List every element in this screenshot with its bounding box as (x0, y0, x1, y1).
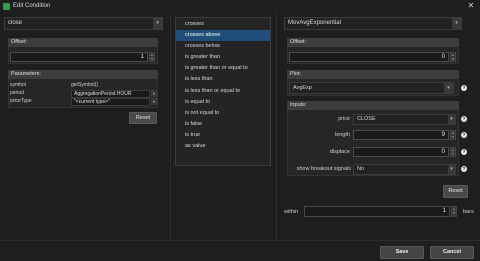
price-help-icon[interactable]: ? (461, 116, 467, 122)
close-icon[interactable]: ✕ (466, 1, 476, 11)
right-study-select-value: MovAvgExponential (288, 20, 341, 26)
operator-list-item[interactable]: crosses (176, 19, 270, 30)
plot-help-icon[interactable]: ? (461, 85, 467, 91)
breakout-help-icon[interactable]: ? (461, 166, 467, 172)
window-title: Edit Condition (13, 3, 51, 9)
chevron-down-icon: ▾ (448, 115, 455, 124)
displace-label: displace (329, 149, 350, 155)
chevron-down-icon: ▾ (153, 18, 162, 29)
right-offset-input[interactable]: 0 (289, 52, 449, 62)
cancel-button[interactable]: Cancel (430, 246, 474, 259)
operator-list-item[interactable]: is equal to (176, 97, 270, 108)
chevron-down-icon: ▾ (444, 83, 453, 93)
title-bar (0, 0, 480, 13)
breakout-select[interactable]: No ▾ (353, 164, 456, 175)
spin-down-icon: ▼ (452, 211, 456, 215)
left-reset-button[interactable]: Reset (129, 112, 157, 124)
param-value-pricetype[interactable]: "<current type>" (71, 98, 150, 106)
operator-list-item[interactable]: as value (176, 141, 270, 152)
plot-select-value: AvgExp (293, 85, 312, 91)
app-icon (3, 3, 10, 10)
footer-divider (0, 240, 480, 241)
length-label: length (335, 132, 350, 138)
right-offset-stepper[interactable]: ▲ ▼ (450, 52, 456, 62)
chevron-down-icon[interactable]: ▾ (151, 98, 157, 105)
breakout-label: show breakout signals (296, 166, 351, 172)
spin-down-icon: ▼ (451, 57, 455, 61)
left-offset-label: Offset: (8, 38, 158, 47)
operator-list-item[interactable]: is greater than (176, 52, 270, 63)
price-select-value: CLOSE (357, 116, 376, 122)
plot-select[interactable]: AvgExp ▾ (289, 82, 454, 94)
operator-list: crosses crosses above crosses below is grea… (175, 17, 271, 166)
save-button[interactable]: Save (380, 246, 424, 259)
chevron-down-icon[interactable]: ▾ (151, 90, 157, 97)
right-study-select[interactable]: MovAvgExponential ▾ (284, 17, 462, 30)
plot-label: Plot: (287, 70, 459, 79)
chevron-down-icon: ▾ (448, 165, 455, 174)
left-column-divider (170, 13, 171, 241)
param-name-period: period (10, 90, 24, 96)
displace-stepper[interactable]: ▲ ▼ (450, 147, 456, 157)
length-input[interactable]: 9 (353, 130, 449, 140)
breakout-select-value: No (357, 166, 365, 172)
operator-list-item[interactable]: crosses above (176, 30, 270, 42)
spin-down-icon: ▼ (451, 135, 455, 139)
left-study-select[interactable]: close ▾ (4, 17, 163, 30)
operator-list-item[interactable]: is not equal to (176, 108, 270, 119)
left-study-select-value: close (8, 20, 23, 26)
right-column-divider (276, 13, 277, 241)
price-select[interactable]: CLOSE ▾ (353, 114, 456, 125)
left-offset-stepper[interactable]: ▲ ▼ (149, 52, 155, 62)
within-input[interactable]: 1 (304, 206, 450, 217)
chevron-down-icon: ▾ (452, 18, 461, 29)
operator-list-item[interactable]: is less than or equal to (176, 86, 270, 97)
within-label: within (284, 209, 299, 215)
within-stepper[interactable]: ▲ ▼ (451, 206, 457, 217)
spin-down-icon: ▼ (451, 152, 455, 156)
operator-list-item[interactable]: is less than (176, 74, 270, 85)
spin-down-icon: ▼ (150, 57, 154, 61)
within-unit: bars (463, 209, 474, 215)
operator-list-item[interactable]: is false (176, 119, 270, 130)
length-help-icon[interactable]: ? (461, 132, 467, 138)
length-stepper[interactable]: ▲ ▼ (450, 130, 456, 140)
displace-help-icon[interactable]: ? (461, 149, 467, 155)
price-label: price (338, 116, 350, 122)
param-name-symbol: symbol (10, 82, 26, 88)
displace-input[interactable]: 0 (353, 147, 449, 157)
param-name-pricetype: priceType (10, 98, 32, 104)
right-reset-button[interactable]: Reset (443, 185, 468, 198)
param-value-period[interactable]: AggregationPeriod.HOUR (71, 90, 150, 98)
operator-list-item[interactable]: is true (176, 130, 270, 141)
param-value-symbol: getSymbol() (71, 82, 98, 88)
left-offset-input[interactable]: 1 (10, 52, 148, 62)
right-offset-label: Offset: (287, 38, 459, 47)
parameters-label: Parameters: (8, 70, 158, 79)
inputs-label: Inputs: (287, 101, 459, 110)
operator-list-item[interactable]: is greater than or equal to (176, 63, 270, 74)
operator-list-item[interactable]: crosses below (176, 41, 270, 52)
